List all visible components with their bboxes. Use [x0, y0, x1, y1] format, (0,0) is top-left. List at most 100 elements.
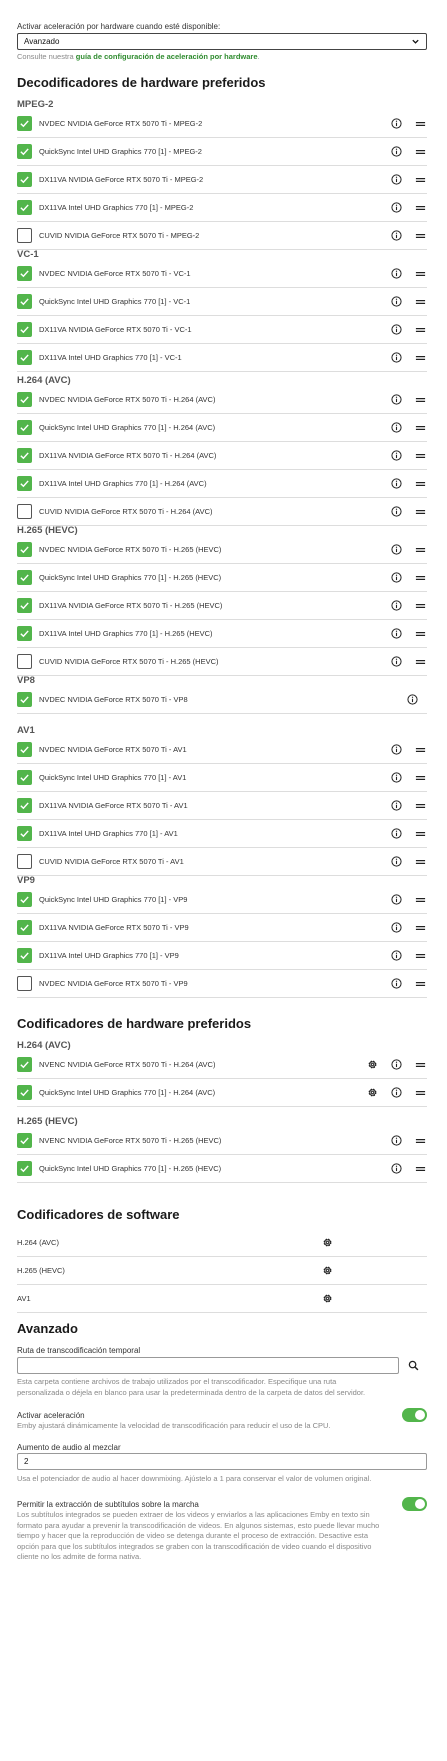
drag-handle-icon[interactable]	[413, 627, 427, 641]
drag-handle-icon[interactable]	[413, 855, 427, 869]
checkbox[interactable]	[17, 598, 32, 613]
info-icon[interactable]	[389, 977, 403, 991]
info-icon[interactable]	[389, 351, 403, 365]
drag-handle-icon[interactable]	[413, 393, 427, 407]
checkbox[interactable]	[17, 854, 32, 869]
info-icon[interactable]	[389, 173, 403, 187]
checkbox[interactable]	[17, 448, 32, 463]
info-icon[interactable]	[389, 827, 403, 841]
info-icon[interactable]	[389, 201, 403, 215]
drag-handle-icon[interactable]	[413, 949, 427, 963]
drag-handle-icon[interactable]	[413, 571, 427, 585]
checkbox[interactable]	[17, 266, 32, 281]
hw-accel-select[interactable]: Avanzado	[17, 33, 427, 50]
drag-handle-icon[interactable]	[413, 893, 427, 907]
checkbox[interactable]	[17, 350, 32, 365]
drag-handle-icon[interactable]	[413, 771, 427, 785]
drag-handle-icon[interactable]	[413, 1086, 427, 1100]
checkbox[interactable]	[17, 1133, 32, 1148]
checkbox[interactable]	[17, 504, 32, 519]
drag-handle-icon[interactable]	[413, 599, 427, 613]
info-icon[interactable]	[389, 145, 403, 159]
checkbox[interactable]	[17, 654, 32, 669]
info-icon[interactable]	[389, 117, 403, 131]
checkbox[interactable]	[17, 770, 32, 785]
drag-handle-icon[interactable]	[413, 173, 427, 187]
info-icon[interactable]	[389, 449, 403, 463]
info-icon[interactable]	[389, 655, 403, 669]
info-icon[interactable]	[389, 295, 403, 309]
drag-handle-icon[interactable]	[413, 145, 427, 159]
info-icon[interactable]	[389, 893, 403, 907]
info-icon[interactable]	[389, 627, 403, 641]
gear-icon[interactable]	[227, 1264, 427, 1278]
info-icon[interactable]	[389, 543, 403, 557]
drag-handle-icon[interactable]	[413, 827, 427, 841]
checkbox[interactable]	[17, 476, 32, 491]
info-icon[interactable]	[389, 393, 403, 407]
checkbox[interactable]	[17, 116, 32, 131]
gear-icon[interactable]	[227, 1292, 427, 1306]
checkbox[interactable]	[17, 200, 32, 215]
info-icon[interactable]	[389, 799, 403, 813]
drag-handle-icon[interactable]	[413, 477, 427, 491]
checkbox[interactable]	[17, 392, 32, 407]
info-icon[interactable]	[389, 267, 403, 281]
checkbox[interactable]	[17, 570, 32, 585]
audio-boost-input[interactable]: 2	[17, 1453, 427, 1470]
info-icon[interactable]	[389, 477, 403, 491]
drag-handle-icon[interactable]	[413, 743, 427, 757]
info-icon[interactable]	[389, 771, 403, 785]
drag-handle-icon[interactable]	[413, 421, 427, 435]
checkbox[interactable]	[17, 1057, 32, 1072]
checkbox[interactable]	[17, 542, 32, 557]
checkbox[interactable]	[17, 1161, 32, 1176]
checkbox[interactable]	[17, 826, 32, 841]
info-icon[interactable]	[389, 229, 403, 243]
drag-handle-icon[interactable]	[413, 505, 427, 519]
info-icon[interactable]	[389, 921, 403, 935]
gear-icon[interactable]	[365, 1058, 379, 1072]
checkbox[interactable]	[17, 948, 32, 963]
drag-handle-icon[interactable]	[413, 117, 427, 131]
checkbox[interactable]	[17, 920, 32, 935]
subtitle-extraction-toggle[interactable]	[402, 1497, 427, 1511]
hw-accel-guide-link[interactable]: guía de configuración de aceleración por…	[76, 52, 258, 61]
temp-path-input[interactable]	[17, 1357, 399, 1374]
drag-handle-icon[interactable]	[413, 201, 427, 215]
checkbox[interactable]	[17, 626, 32, 641]
drag-handle-icon[interactable]	[413, 799, 427, 813]
checkbox[interactable]	[17, 976, 32, 991]
info-icon[interactable]	[405, 693, 419, 707]
drag-handle-icon[interactable]	[413, 1162, 427, 1176]
checkbox[interactable]	[17, 692, 32, 707]
info-icon[interactable]	[389, 1162, 403, 1176]
info-icon[interactable]	[389, 949, 403, 963]
drag-handle-icon[interactable]	[413, 295, 427, 309]
drag-handle-icon[interactable]	[413, 921, 427, 935]
drag-handle-icon[interactable]	[413, 1058, 427, 1072]
checkbox[interactable]	[17, 798, 32, 813]
checkbox[interactable]	[17, 1085, 32, 1100]
info-icon[interactable]	[389, 323, 403, 337]
drag-handle-icon[interactable]	[413, 449, 427, 463]
checkbox[interactable]	[17, 322, 32, 337]
checkbox[interactable]	[17, 294, 32, 309]
drag-handle-icon[interactable]	[413, 267, 427, 281]
checkbox[interactable]	[17, 172, 32, 187]
drag-handle-icon[interactable]	[413, 323, 427, 337]
info-icon[interactable]	[389, 421, 403, 435]
gear-icon[interactable]	[227, 1236, 427, 1250]
info-icon[interactable]	[389, 599, 403, 613]
checkbox[interactable]	[17, 228, 32, 243]
drag-handle-icon[interactable]	[413, 655, 427, 669]
info-icon[interactable]	[389, 855, 403, 869]
checkbox[interactable]	[17, 420, 32, 435]
gear-icon[interactable]	[365, 1086, 379, 1100]
drag-handle-icon[interactable]	[413, 977, 427, 991]
info-icon[interactable]	[389, 571, 403, 585]
info-icon[interactable]	[389, 505, 403, 519]
drag-handle-icon[interactable]	[413, 229, 427, 243]
info-icon[interactable]	[389, 743, 403, 757]
throttle-toggle[interactable]	[402, 1408, 427, 1422]
